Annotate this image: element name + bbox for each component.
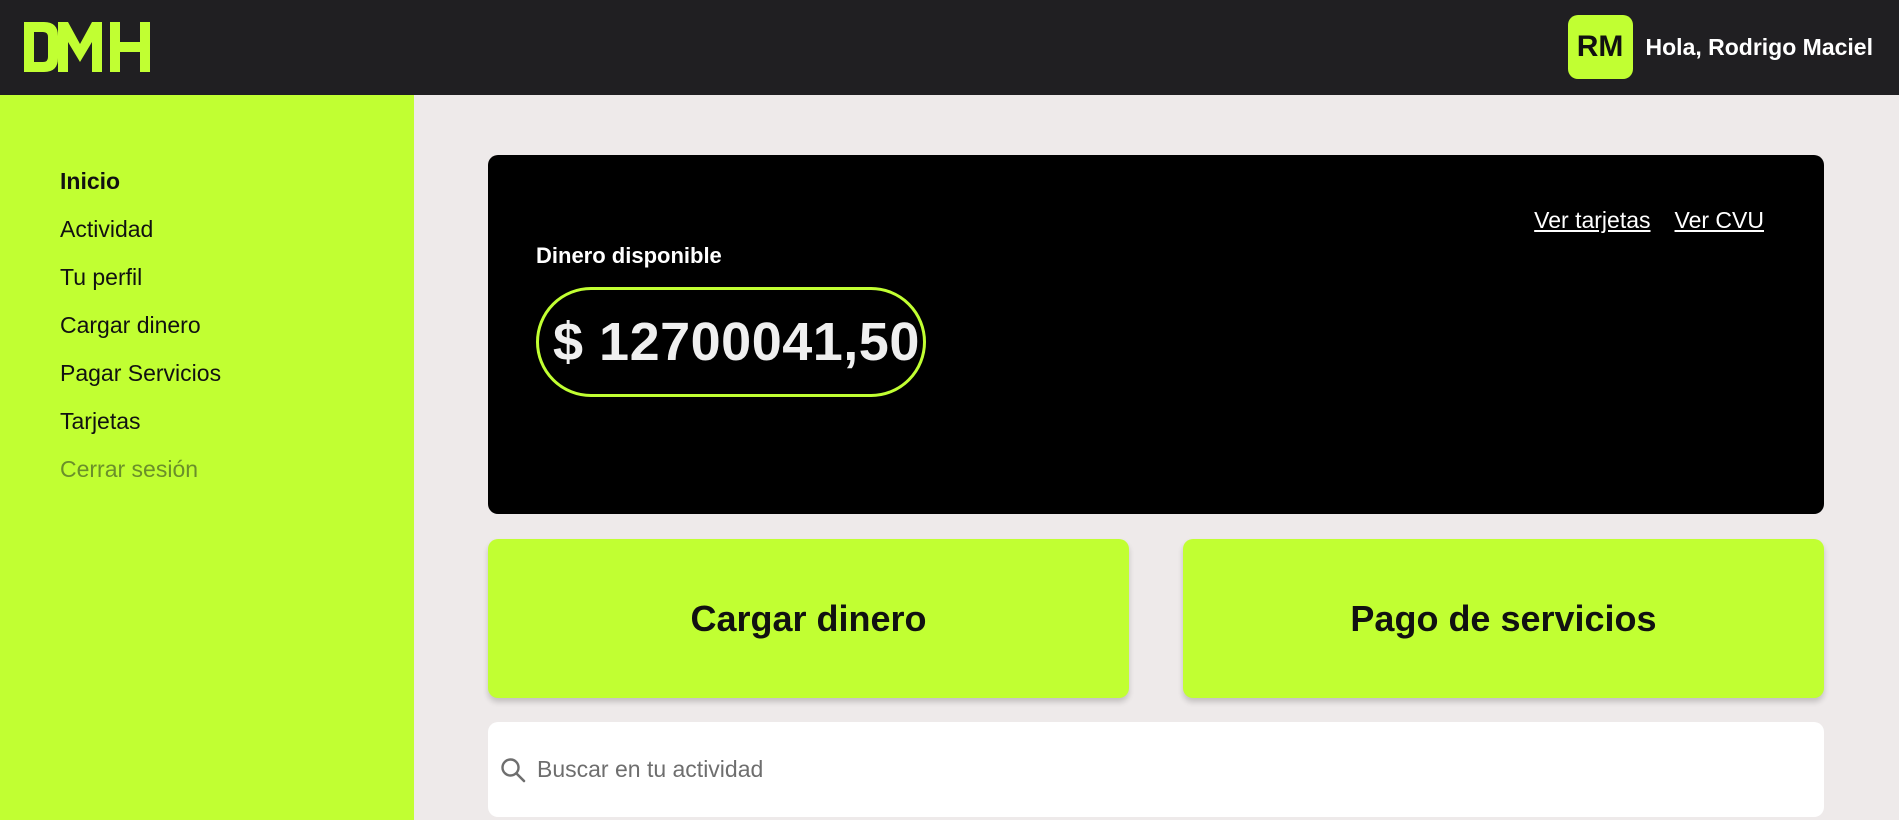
user-greeting: Hola, Rodrigo Maciel	[1645, 33, 1873, 60]
sidebar: Inicio Actividad Tu perfil Cargar dinero…	[0, 95, 414, 820]
sidebar-item-pagar-servicios[interactable]: Pagar Servicios	[60, 349, 221, 397]
dmh-logo[interactable]	[24, 22, 152, 72]
sidebar-item-cargar-dinero[interactable]: Cargar dinero	[60, 301, 221, 349]
sidebar-nav: Inicio Actividad Tu perfil Cargar dinero…	[60, 157, 221, 493]
top-bar: RM Hola, Rodrigo Maciel	[0, 0, 1899, 95]
sidebar-item-cerrar-sesion[interactable]: Cerrar sesión	[60, 445, 221, 493]
search-icon	[501, 757, 526, 782]
search-bar	[488, 722, 1824, 817]
sidebar-item-perfil[interactable]: Tu perfil	[60, 253, 221, 301]
balance-card: Ver tarjetas Ver CVU Dinero disponible $…	[488, 155, 1824, 514]
sidebar-item-actividad[interactable]: Actividad	[60, 205, 221, 253]
balance-pill: $ 12700041,50	[536, 287, 926, 397]
view-cvu-link[interactable]: Ver CVU	[1675, 207, 1764, 234]
search-input[interactable]	[537, 756, 1737, 783]
load-money-button[interactable]: Cargar dinero	[488, 539, 1129, 698]
card-links: Ver tarjetas Ver CVU	[1534, 207, 1764, 234]
user-menu[interactable]: RM Hola, Rodrigo Maciel	[1567, 15, 1873, 79]
avatar[interactable]: RM	[1567, 15, 1633, 79]
sidebar-item-inicio[interactable]: Inicio	[60, 157, 221, 205]
balance-label: Dinero disponible	[536, 243, 722, 268]
sidebar-item-tarjetas[interactable]: Tarjetas	[60, 397, 221, 445]
balance-amount: $ 12700041,50	[553, 312, 920, 372]
view-cards-link[interactable]: Ver tarjetas	[1534, 207, 1650, 234]
pay-services-button[interactable]: Pago de servicios	[1183, 539, 1824, 698]
